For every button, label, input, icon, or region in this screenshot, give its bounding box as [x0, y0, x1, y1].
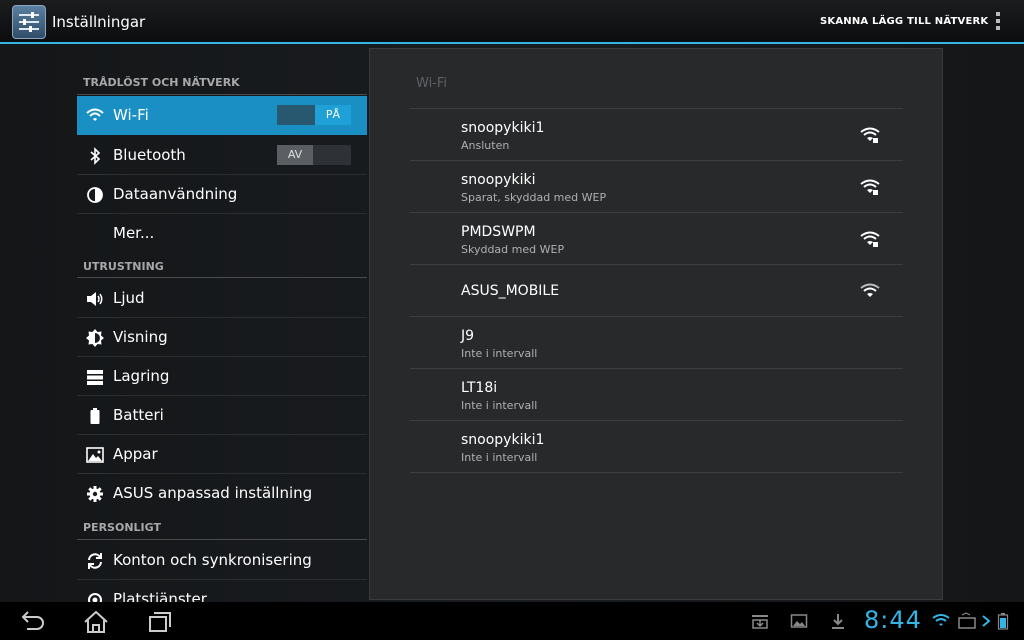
sidebar-item-label: Ljud [113, 289, 145, 307]
section-divider [77, 539, 367, 540]
sidebar-item-label: Konton och synkronisering [113, 551, 312, 569]
settings-app-icon[interactable] [12, 5, 46, 39]
wifi-signal-locked-icon [860, 179, 880, 195]
network-item[interactable]: snoopykiki1 Ansluten [410, 109, 903, 161]
network-ssid: LT18i [461, 380, 498, 396]
sidebar-item-label: Bluetooth [113, 146, 186, 164]
location-icon [88, 593, 102, 602]
keyboard-icon [958, 612, 976, 629]
home-icon[interactable] [82, 609, 110, 635]
divider [410, 472, 903, 473]
sidebar-item-label: Wi-Fi [113, 106, 149, 124]
back-icon[interactable] [18, 609, 46, 635]
network-status: Inte i intervall [461, 347, 538, 360]
screenshot-notification-icon[interactable] [790, 612, 808, 630]
network-ssid: snoopykiki1 [461, 120, 545, 136]
sidebar-item-accounts-sync[interactable]: Konton och synkronisering [77, 541, 367, 580]
wifi-networks-panel: Wi-Fi snoopykiki1 Ansluten snoopykiki Sp… [369, 48, 943, 600]
sidebar-item-battery[interactable]: Batteri [77, 396, 367, 435]
bluetooth-icon [90, 147, 101, 165]
network-ssid: snoopykiki [461, 172, 536, 188]
network-ssid: snoopykiki1 [461, 432, 545, 448]
sidebar-item-apps[interactable]: Appar [77, 435, 367, 474]
sidebar-item-more[interactable]: Mer... [77, 214, 367, 253]
section-divider [77, 94, 367, 95]
app-title: Inställningar [52, 13, 146, 31]
recent-apps-icon[interactable] [146, 609, 174, 635]
sidebar-item-label: Appar [113, 445, 158, 463]
bluetooth-toggle[interactable]: AV [277, 145, 351, 165]
network-item[interactable]: snoopykiki Sparat, skyddad med WEP [410, 161, 903, 213]
wifi-signal-icon [860, 283, 880, 297]
section-header-device: UTRUSTNING [83, 260, 164, 273]
network-status: Skyddad med WEP [461, 243, 565, 256]
panel-title: Wi-Fi [416, 76, 448, 91]
sidebar-item-bluetooth[interactable]: Bluetooth AV [77, 136, 367, 175]
add-network-button[interactable]: LÄGG TILL NÄTVERK [872, 16, 988, 27]
gear-icon [87, 486, 103, 502]
data-usage-icon [87, 187, 103, 203]
battery-icon [90, 408, 100, 424]
sidebar-item-label: Mer... [113, 224, 155, 242]
network-status: Sparat, skyddad med WEP [461, 191, 607, 204]
brightness-icon [86, 329, 104, 347]
sidebar-item-label: ASUS anpassad inställning [113, 484, 313, 502]
network-status: Ansluten [461, 139, 510, 152]
sidebar-item-asus-settings[interactable]: ASUS anpassad inställning [77, 474, 367, 513]
apps-icon [86, 447, 104, 463]
toggle-state-label: PÅ [315, 105, 351, 125]
scan-button[interactable]: SKANNA [820, 16, 868, 27]
expand-arrow-icon[interactable] [981, 612, 991, 630]
notification-tray-icon[interactable] [751, 612, 769, 630]
toggle-state-label: AV [277, 145, 313, 165]
network-ssid: J9 [461, 328, 475, 344]
sidebar-item-label: Batteri [113, 406, 164, 424]
wifi-toggle[interactable]: PÅ [277, 105, 351, 125]
wifi-status-icon [932, 614, 950, 626]
network-item[interactable]: snoopykiki1 Inte i intervall [410, 421, 903, 473]
network-ssid: ASUS_MOBILE [461, 283, 560, 299]
network-item[interactable]: LT18i Inte i intervall [410, 369, 903, 421]
section-header-personal: PERSONLIGT [83, 521, 161, 534]
wifi-icon [86, 108, 104, 121]
sidebar-item-data-usage[interactable]: Dataanvändning [77, 175, 367, 214]
network-item[interactable]: PMDSWPM Skyddad med WEP [410, 213, 903, 265]
content-area: TRÅDLÖST OCH NÄTVERK Wi-Fi PÅ Bluetooth … [0, 44, 1024, 602]
sync-icon [88, 553, 102, 569]
storage-icon [87, 370, 103, 385]
sidebar-item-display[interactable]: Visning [77, 318, 367, 357]
clock[interactable]: 8:44 [864, 606, 922, 634]
action-bar: Inställningar SKANNA LÄGG TILL NÄTVERK [0, 0, 1024, 44]
wifi-signal-locked-icon [860, 231, 880, 247]
network-status: Inte i intervall [461, 451, 538, 464]
download-icon[interactable] [829, 612, 847, 630]
network-item[interactable]: ASUS_MOBILE [410, 265, 903, 317]
system-bar: 8:44 [0, 602, 1024, 640]
network-status: Inte i intervall [461, 399, 538, 412]
network-ssid: PMDSWPM [461, 224, 536, 240]
sidebar-item-label: Visning [113, 328, 168, 346]
network-item[interactable]: J9 Inte i intervall [410, 317, 903, 369]
sidebar-item-label: Platstjänster [113, 590, 207, 602]
section-divider [77, 277, 367, 278]
sidebar-item-sound[interactable]: Ljud [77, 279, 367, 318]
settings-list: TRÅDLÖST OCH NÄTVERK Wi-Fi PÅ Bluetooth … [77, 44, 367, 602]
sidebar-item-label: Dataanvändning [113, 185, 238, 203]
sidebar-item-storage[interactable]: Lagring [77, 357, 367, 396]
sidebar-item-location[interactable]: Platstjänster [77, 580, 367, 602]
sidebar-item-wifi[interactable]: Wi-Fi PÅ [77, 96, 367, 135]
wifi-signal-locked-icon [860, 127, 880, 143]
speaker-icon [87, 292, 103, 306]
sidebar-item-label: Lagring [113, 367, 170, 385]
overflow-menu-icon[interactable] [994, 12, 1002, 34]
battery-status-icon [997, 613, 1009, 630]
section-header-wireless: TRÅDLÖST OCH NÄTVERK [83, 76, 240, 89]
